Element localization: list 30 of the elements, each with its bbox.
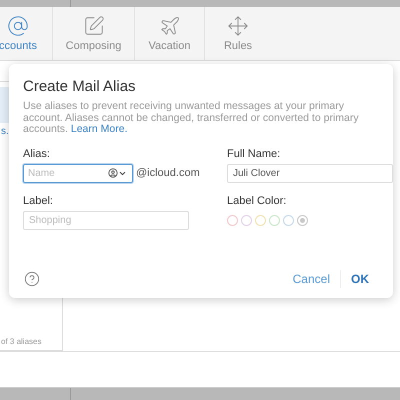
label-field[interactable]: Shopping <box>23 210 189 230</box>
field-label: Label: <box>23 194 54 206</box>
color-swatch[interactable] <box>255 214 266 226</box>
domain-suffix: @icloud.com <box>136 167 200 179</box>
contact-icon[interactable] <box>108 168 118 178</box>
field-label: Alias: <box>23 148 51 160</box>
dialog-description: Use aliases to prevent receiving unwanted messages at your primary account. Aliases cannot be changed, transferred or converted to primary accounts. Learn More. <box>23 101 360 136</box>
toolbar-tab[interactable]: Vacation <box>135 7 205 60</box>
color-swatch[interactable] <box>283 214 294 226</box>
cancel-button[interactable]: Cancel <box>282 270 340 288</box>
at-sign-icon <box>7 15 29 37</box>
arrows-icon <box>227 15 249 37</box>
help-icon[interactable] <box>24 271 40 287</box>
alias-field[interactable]: Name <box>23 164 133 182</box>
color-swatch[interactable] <box>269 214 280 226</box>
plane-icon <box>158 15 180 37</box>
color-swatch[interactable] <box>241 214 252 226</box>
ok-button[interactable]: OK <box>341 270 379 288</box>
learn-more-link[interactable]: Learn More. <box>70 123 128 135</box>
list-text: s. <box>0 126 9 137</box>
dialog-title: Create Mail Alias <box>23 78 137 95</box>
alias-count: of 3 aliases <box>0 337 42 348</box>
toolbar-tab[interactable]: Composing <box>53 7 135 60</box>
field-label: Label Color: <box>227 194 288 206</box>
toolbar-tab[interactable]: Rules <box>205 7 271 60</box>
color-swatch[interactable] <box>227 214 238 226</box>
field-label: Full Name: <box>227 148 282 160</box>
color-swatch[interactable] <box>297 214 308 226</box>
compose-icon <box>82 15 104 37</box>
full-name-field[interactable]: Juli Clover <box>227 164 393 182</box>
